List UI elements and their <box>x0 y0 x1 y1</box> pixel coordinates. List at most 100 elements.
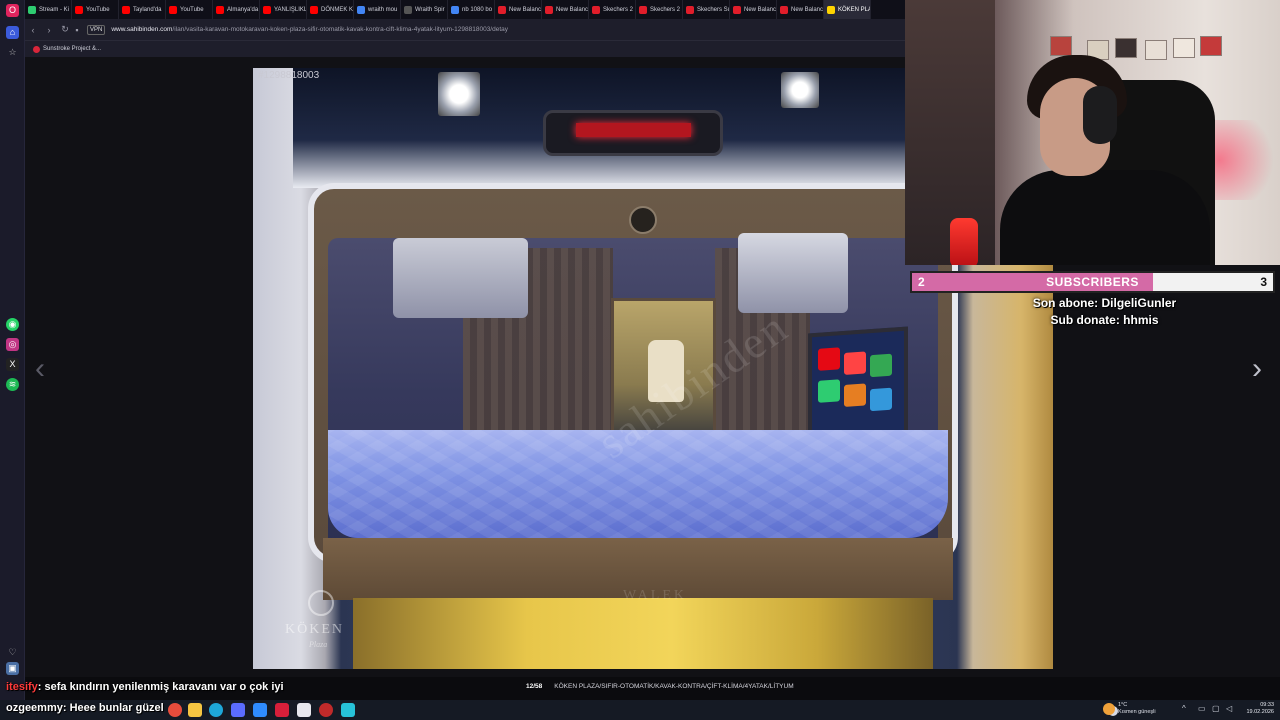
tab-favicon-icon <box>28 5 36 14</box>
settings-icon[interactable]: ▣ <box>6 662 19 675</box>
browser-tab[interactable]: New Balanc <box>495 0 542 19</box>
koken-logo-icon <box>308 590 334 616</box>
partly-sunny-icon <box>1103 703 1115 715</box>
tab-favicon-icon <box>498 5 506 14</box>
browser-tab[interactable]: YANLIŞLIKL <box>260 0 307 19</box>
tab-label: Wraith Spir <box>415 6 445 13</box>
tab-label: YANLIŞLIKL <box>274 6 307 13</box>
tab-label: nb 1080 bo <box>462 6 493 13</box>
chat-message: ozgeemmy: Heee bunlar güzel <box>6 702 164 714</box>
url-host: www.sahibinden.com <box>111 26 173 33</box>
instagram-icon[interactable]: ◎ <box>6 338 19 351</box>
clock-date: 19.02.2026 <box>1246 709 1274 715</box>
browser-tab[interactable]: Wraith Spir <box>401 0 448 19</box>
browser-tab[interactable]: Tayland'da <box>119 0 166 19</box>
wall-poster <box>1200 36 1222 56</box>
url-path: /ilan/vasita-karavan-motokaravan-koken-p… <box>172 26 509 33</box>
air-conditioner-right <box>738 233 848 313</box>
streamer-body <box>1000 170 1210 265</box>
weather-temp: 1°C <box>1118 702 1128 708</box>
tab-label: DÖNMEK K <box>321 6 354 13</box>
vpn-badge[interactable]: VPN <box>87 24 106 35</box>
air-conditioner-left <box>393 238 528 318</box>
volume-icon[interactable]: ◁ <box>1226 704 1232 713</box>
edge-icon[interactable] <box>209 703 223 717</box>
wall-poster <box>1050 36 1072 56</box>
browser-tab[interactable]: Skechers 2 <box>589 0 636 19</box>
tab-favicon-icon <box>404 5 412 14</box>
whatsapp-icon[interactable]: ◉ <box>6 318 19 331</box>
previous-photo-button[interactable]: ‹ <box>35 352 45 386</box>
next-photo-button[interactable]: › <box>1252 352 1262 386</box>
file-explorer-icon[interactable] <box>188 703 202 717</box>
tab-label: New Balanc <box>509 6 542 13</box>
subscriber-goal-title: SUBSCRIBERS <box>1046 275 1139 289</box>
tab-favicon-icon <box>780 5 788 14</box>
tab-label: Stream - Ki <box>39 6 70 13</box>
notepad-icon[interactable] <box>341 703 355 717</box>
sub-donate: Sub donate: hhmis <box>1050 313 1159 327</box>
tab-favicon-icon <box>686 5 694 14</box>
lit-storage-drawer <box>353 598 933 669</box>
browser-tab[interactable]: nb 1080 bo <box>448 0 495 19</box>
tab-favicon-icon <box>545 5 553 14</box>
youtube-tile-icon <box>844 351 866 375</box>
back-arrow-icon[interactable]: ‹ <box>25 25 41 35</box>
tray-chevron-icon[interactable]: ^ <box>1182 704 1186 713</box>
drawer-engraving: WALEK <box>623 588 687 603</box>
third-brake-light <box>543 110 723 156</box>
browser-tab[interactable]: New Balanc <box>542 0 589 19</box>
tab-favicon-icon <box>122 5 130 14</box>
browser-tab[interactable]: Skechers 2 <box>636 0 683 19</box>
weather-widget[interactable]: 1°C Kısmen güneşli <box>1103 702 1156 716</box>
browser-tab[interactable]: YouTube <box>166 0 213 19</box>
bookmarks-bar: Sunstroke Project &... <box>25 40 905 57</box>
tab-label: New Balanc <box>791 6 824 13</box>
listing-id: #1298818003 <box>258 70 320 81</box>
heart-icon[interactable]: ♡ <box>6 646 19 659</box>
tab-label: New Balanc <box>556 6 589 13</box>
koken-plaza-logo: KÖKEN Plaza <box>271 578 371 668</box>
webcam-overlay <box>905 0 1280 265</box>
network-icon[interactable]: ▭ <box>1198 704 1206 713</box>
url-field[interactable]: www.sahibinden.com/ilan/vasita-karavan-m… <box>111 26 508 33</box>
browser-tab[interactable]: Skechers Su <box>683 0 730 19</box>
opera-logo-icon[interactable]: O <box>6 4 19 17</box>
browser-tab[interactable]: New Balanc <box>777 0 824 19</box>
browser-tab[interactable]: KÖKEN PLA <box>824 0 871 19</box>
browser-tab[interactable]: DÖNMEK K <box>307 0 354 19</box>
app-tile-icon <box>844 383 866 407</box>
bookmark-star-icon[interactable]: ☆ <box>6 46 19 59</box>
tab-favicon-icon <box>310 5 318 14</box>
x-twitter-icon[interactable]: X <box>6 358 19 371</box>
display-icon[interactable]: ▢ <box>1212 704 1220 713</box>
store-icon[interactable] <box>231 703 245 717</box>
browser-tab[interactable]: New Balanc <box>730 0 777 19</box>
home-icon[interactable]: ⌂ <box>6 26 19 39</box>
opera-taskbar-icon[interactable] <box>275 703 289 717</box>
tab-label: New Balanc <box>744 6 777 13</box>
lock-icon: ▪ <box>75 24 79 35</box>
browser-tab[interactable]: Stream - Ki <box>25 0 72 19</box>
chat-text: : Heee bunlar güzel <box>62 702 164 714</box>
browser-tab[interactable]: wraith mou <box>354 0 401 19</box>
last-subscriber: Son abone: DilgeliGunler <box>1032 296 1177 310</box>
spotify-icon[interactable]: ≋ <box>6 378 19 391</box>
browser-tab[interactable]: YouTube <box>72 0 119 19</box>
headset <box>1083 86 1117 144</box>
chrome-taskbar-icon[interactable] <box>168 703 182 717</box>
tab-favicon-icon <box>357 5 365 14</box>
bookmark-item[interactable]: Sunstroke Project &... <box>33 45 101 53</box>
browser-tab[interactable]: Almanya'da <box>213 0 260 19</box>
mail-icon[interactable] <box>253 703 267 717</box>
obs-icon[interactable] <box>319 703 333 717</box>
reload-icon[interactable]: ↻ <box>57 24 73 35</box>
document-icon[interactable] <box>297 703 311 717</box>
photo-counter: 12/58 <box>526 683 543 690</box>
koken-emblem-icon <box>629 206 657 234</box>
system-clock[interactable]: 09:33 19.02.2026 <box>1240 702 1274 716</box>
tab-favicon-icon <box>451 5 459 14</box>
browser-sidebar: O ⌂ ☆ ◉ ◎ X ≋ ♡ ▣ <box>0 0 25 700</box>
forward-arrow-icon[interactable]: › <box>41 25 57 35</box>
address-bar-row: ‹ › ↻ ▪ VPN www.sahibinden.com/ilan/vasi… <box>25 19 905 40</box>
